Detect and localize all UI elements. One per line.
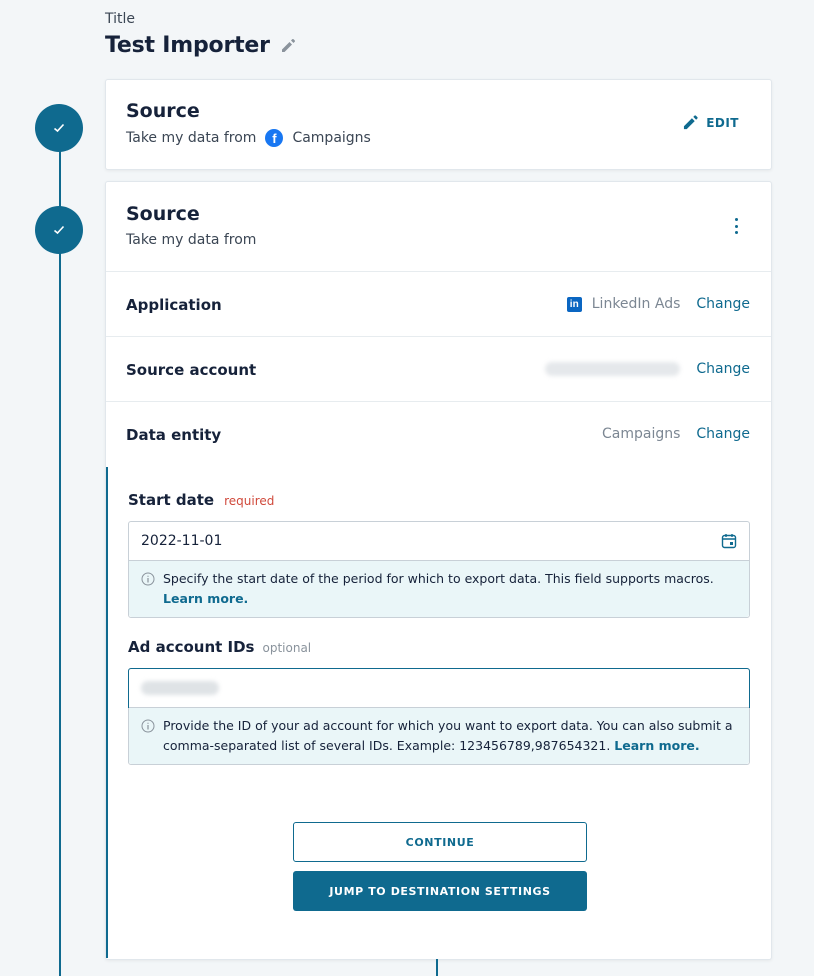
edit-title-pencil-icon[interactable] <box>280 38 296 54</box>
learn-more-link[interactable]: Learn more. <box>163 591 248 606</box>
application-name: LinkedIn Ads <box>591 296 681 312</box>
start-date-field: 2022-11-01 Specify the start date of the… <box>128 521 750 618</box>
check-icon <box>53 123 65 133</box>
row-value <box>545 362 681 376</box>
change-application-link[interactable]: Change <box>696 296 750 312</box>
page-title: Test Importer <box>105 33 270 58</box>
subtitle-text: Take my data from <box>126 130 257 146</box>
field-label-text: Start date <box>128 491 215 509</box>
source-summary-card: Source Take my data from f Campaigns EDI… <box>105 79 772 170</box>
redacted-account-id <box>141 681 219 695</box>
edit-label: EDIT <box>706 115 739 130</box>
row-label: Source account <box>126 361 257 379</box>
ad-account-label: Ad account IDs optional <box>128 638 311 656</box>
field-label-text: Ad account IDs <box>128 638 255 656</box>
change-source-account-link[interactable]: Change <box>696 361 750 377</box>
continue-button[interactable]: CONTINUE <box>293 822 587 862</box>
row-value: in LinkedIn Ads <box>566 296 681 312</box>
linkedin-icon: in <box>566 296 582 312</box>
row-label: Application <box>126 296 222 314</box>
required-badge: required <box>224 494 275 508</box>
start-date-label: Start date required <box>128 491 274 509</box>
step-1-complete-indicator <box>35 104 83 152</box>
card-heading: Source <box>126 203 200 225</box>
row-value: Campaigns <box>601 426 681 442</box>
source-config-card: Source Take my data from Application in … <box>105 181 772 960</box>
help-text: Specify the start date of the period for… <box>163 571 714 586</box>
source-name: Campaigns <box>292 130 371 146</box>
calendar-icon[interactable] <box>721 533 737 553</box>
source-account-row: Source account Change <box>106 336 771 401</box>
ad-account-input[interactable] <box>128 668 750 708</box>
timeline-line <box>59 128 61 976</box>
optional-badge: optional <box>262 641 312 655</box>
check-icon <box>53 225 65 235</box>
learn-more-link[interactable]: Learn more. <box>614 738 699 753</box>
facebook-icon: f <box>265 129 284 147</box>
card-subtitle: Take my data from f Campaigns <box>126 129 371 147</box>
card-heading: Source <box>126 100 200 122</box>
pencil-icon <box>684 115 698 130</box>
edit-button[interactable]: EDIT <box>683 115 739 130</box>
redacted-account-email <box>545 362 681 376</box>
change-data-entity-link[interactable]: Change <box>696 426 750 442</box>
jump-to-destination-button[interactable]: JUMP TO DESTINATION SETTINGS <box>293 871 587 911</box>
more-options-icon[interactable] <box>731 218 741 234</box>
connector-line <box>436 959 438 976</box>
step-2-complete-indicator <box>35 206 83 254</box>
ad-account-field: Provide the ID of your ad account for wh… <box>128 668 750 765</box>
ad-account-help: Provide the ID of your ad account for wh… <box>129 707 749 764</box>
application-row: Application in LinkedIn Ads Change <box>106 271 771 336</box>
row-label: Data entity <box>126 426 222 444</box>
title-row: Test Importer <box>105 33 296 58</box>
info-icon <box>141 572 155 592</box>
start-date-input[interactable]: 2022-11-01 <box>129 522 749 560</box>
start-date-help: Specify the start date of the period for… <box>129 560 749 617</box>
page-title-label: Title <box>105 11 136 27</box>
info-icon <box>141 719 155 739</box>
data-entity-row: Data entity Campaigns Change <box>106 401 771 466</box>
card-subtitle: Take my data from <box>126 232 257 248</box>
